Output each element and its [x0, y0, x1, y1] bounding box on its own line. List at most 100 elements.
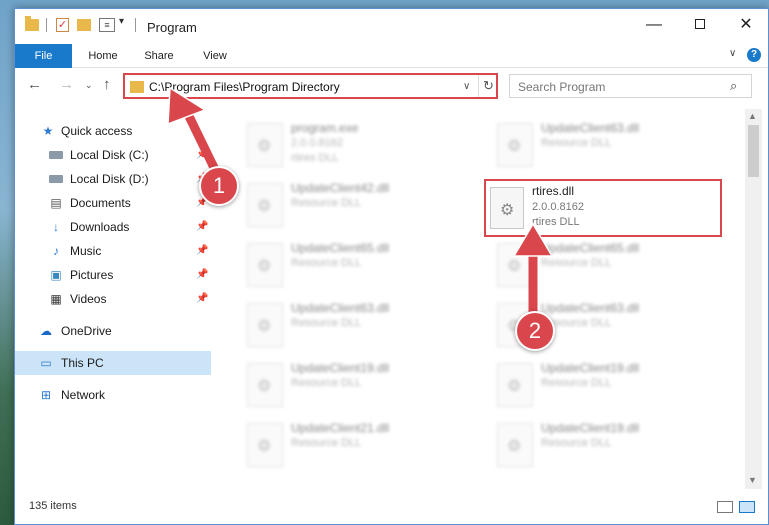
sidebar-item-label: Videos: [70, 292, 107, 306]
file-icon: [497, 243, 533, 287]
documents-icon: ▤: [50, 196, 62, 210]
maximize-icon: [695, 19, 705, 29]
sidebar-item-quick-access[interactable]: ★ Quick access: [15, 119, 211, 143]
list-item[interactable]: UpdateClient21.dll Resource DLL: [237, 419, 477, 475]
item-count: 135 items: [29, 500, 77, 512]
properties-check-icon[interactable]: ✓: [56, 18, 69, 32]
sidebar-item-label: Local Disk (D:): [70, 172, 149, 186]
folder-icon: [130, 81, 144, 93]
list-item[interactable]: UpdateClient65.dll Resource DLL: [487, 239, 727, 295]
tab-view[interactable]: View: [195, 44, 235, 68]
file-name: UpdateClient19.dll: [541, 361, 640, 375]
address-path[interactable]: C:\Program Files\Program Directory: [149, 80, 340, 94]
ribbon-tabs: File Home Share View ∨ ?: [15, 44, 768, 68]
list-item[interactable]: UpdateClient65.dll Resource DLL: [237, 239, 477, 295]
file-type: Resource DLL: [541, 137, 612, 149]
tiles-view-icon[interactable]: [739, 501, 755, 513]
search-icon[interactable]: ⌕: [730, 78, 737, 94]
properties-icon[interactable]: ≡: [99, 18, 115, 32]
list-item[interactable]: UpdateClient19.dll Resource DLL: [237, 359, 477, 415]
refresh-button[interactable]: ↻: [478, 75, 498, 97]
sidebar-item-label: Quick access: [61, 124, 133, 138]
sidebar-item-local-disk-d[interactable]: Local Disk (D:) 📌: [15, 167, 211, 191]
file-icon: [247, 423, 283, 467]
list-item-rtires-dll[interactable]: rtires.dll 2.0.0.8162 rtires DLL: [486, 182, 726, 238]
sidebar-item-network[interactable]: ⊞ Network: [15, 383, 211, 407]
pin-icon[interactable]: 📌: [196, 245, 208, 256]
list-item[interactable]: program.exe 2.0.0.8162 rtires DLL: [237, 119, 477, 175]
file-version: 2.0.0.8162: [532, 201, 584, 213]
details-view-icon[interactable]: [717, 501, 733, 513]
drive-icon: [49, 151, 63, 159]
pin-icon[interactable]: 📌: [196, 293, 208, 304]
title-bar: ✓ ≡ ▾ Program — ✕: [15, 9, 768, 43]
list-item[interactable]: UpdateClient63.dll Resource DLL: [487, 119, 727, 175]
tab-file[interactable]: File: [15, 44, 72, 68]
sidebar-item-label: OneDrive: [61, 324, 112, 338]
sidebar-item-onedrive[interactable]: ☁ OneDrive: [15, 319, 211, 343]
list-item[interactable]: UpdateClient42.dll Resource DLL: [237, 179, 477, 235]
file-type: Resource DLL: [291, 437, 362, 449]
sidebar-item-documents[interactable]: ▤ Documents 📌: [15, 191, 211, 215]
file-list: program.exe 2.0.0.8162 rtires DLL Update…: [223, 109, 741, 489]
pin-icon[interactable]: 📌: [196, 269, 208, 280]
scroll-down-arrow-icon[interactable]: ▼: [748, 475, 757, 485]
list-item[interactable]: UpdateClient19.dll Resource DLL: [487, 359, 727, 415]
help-icon[interactable]: ?: [747, 48, 761, 62]
recent-locations-chevron-icon[interactable]: ⌄: [85, 80, 93, 91]
dll-file-icon: [490, 187, 524, 229]
tab-share[interactable]: Share: [139, 44, 179, 68]
step-1-callout: 1: [199, 166, 239, 206]
new-folder-icon[interactable]: [77, 19, 91, 31]
minimize-button[interactable]: —: [631, 9, 677, 41]
file-type: Resource DLL: [291, 377, 362, 389]
pin-icon[interactable]: 📌: [196, 149, 208, 160]
search-input[interactable]: Search Program: [518, 80, 605, 94]
scroll-thumb[interactable]: [748, 125, 759, 177]
file-icon: [497, 363, 533, 407]
address-bar[interactable]: C:\Program Files\Program Directory ∨ ↻: [123, 73, 498, 99]
customize-toolbar-chevron-icon[interactable]: ▾: [119, 16, 124, 27]
sidebar-item-music[interactable]: ♪ Music 📌: [15, 239, 211, 263]
file-type: Resource DLL: [541, 257, 612, 269]
list-item[interactable]: UpdateClient63.dll Resource DLL: [237, 299, 477, 355]
address-history-chevron-icon[interactable]: ∨: [463, 81, 470, 92]
file-type: Resource DLL: [291, 257, 362, 269]
forward-button[interactable]: →: [59, 76, 74, 93]
list-item[interactable]: UpdateClient19.dll Resource DLL: [487, 419, 727, 475]
up-button[interactable]: ↑: [103, 76, 111, 93]
navigation-pane: ★ Quick access Local Disk (C:) 📌 Local D…: [15, 109, 211, 489]
sidebar-item-label: Network: [61, 388, 106, 402]
back-button[interactable]: ←: [27, 76, 42, 93]
file-name: UpdateClient65.dll: [541, 241, 640, 255]
sidebar-item-videos[interactable]: ▦ Videos 📌: [15, 287, 211, 311]
close-button[interactable]: ✕: [723, 9, 769, 41]
file-type: Resource DLL: [541, 437, 612, 449]
search-box[interactable]: Search Program ⌕: [509, 74, 752, 98]
file-name: UpdateClient63.dll: [541, 301, 640, 315]
pictures-icon: ▣: [50, 268, 62, 282]
downloads-icon: ↓: [53, 220, 59, 234]
toolbar-divider: [135, 18, 136, 32]
file-icon: [247, 363, 283, 407]
sidebar-item-label: Local Disk (C:): [70, 148, 149, 162]
sidebar-item-this-pc[interactable]: ▭ This PC: [15, 351, 211, 375]
sidebar-item-label: Downloads: [70, 220, 130, 234]
file-name: UpdateClient65.dll: [291, 241, 390, 255]
network-icon: ⊞: [40, 388, 52, 402]
star-icon: ★: [42, 124, 54, 138]
explorer-window: ✓ ≡ ▾ Program — ✕ File Home Share View ∨…: [14, 8, 769, 525]
pin-icon[interactable]: 📌: [196, 221, 208, 232]
expand-ribbon-chevron-icon[interactable]: ∨: [729, 48, 736, 59]
sidebar-item-local-disk-c[interactable]: Local Disk (C:) 📌: [15, 143, 211, 167]
maximize-button[interactable]: [677, 9, 723, 41]
sidebar-item-downloads[interactable]: ↓ Downloads 📌: [15, 215, 211, 239]
sidebar-item-label: This PC: [61, 356, 104, 370]
file-icon: [247, 243, 283, 287]
vertical-scrollbar[interactable]: ▲ ▼: [745, 109, 762, 489]
file-name: UpdateClient63.dll: [541, 121, 640, 135]
scroll-up-arrow-icon[interactable]: ▲: [748, 111, 757, 121]
tab-home[interactable]: Home: [83, 44, 123, 68]
sidebar-item-pictures[interactable]: ▣ Pictures 📌: [15, 263, 211, 287]
navigation-bar: ← → ⌄ ↑ C:\Program Files\Program Directo…: [15, 71, 768, 101]
